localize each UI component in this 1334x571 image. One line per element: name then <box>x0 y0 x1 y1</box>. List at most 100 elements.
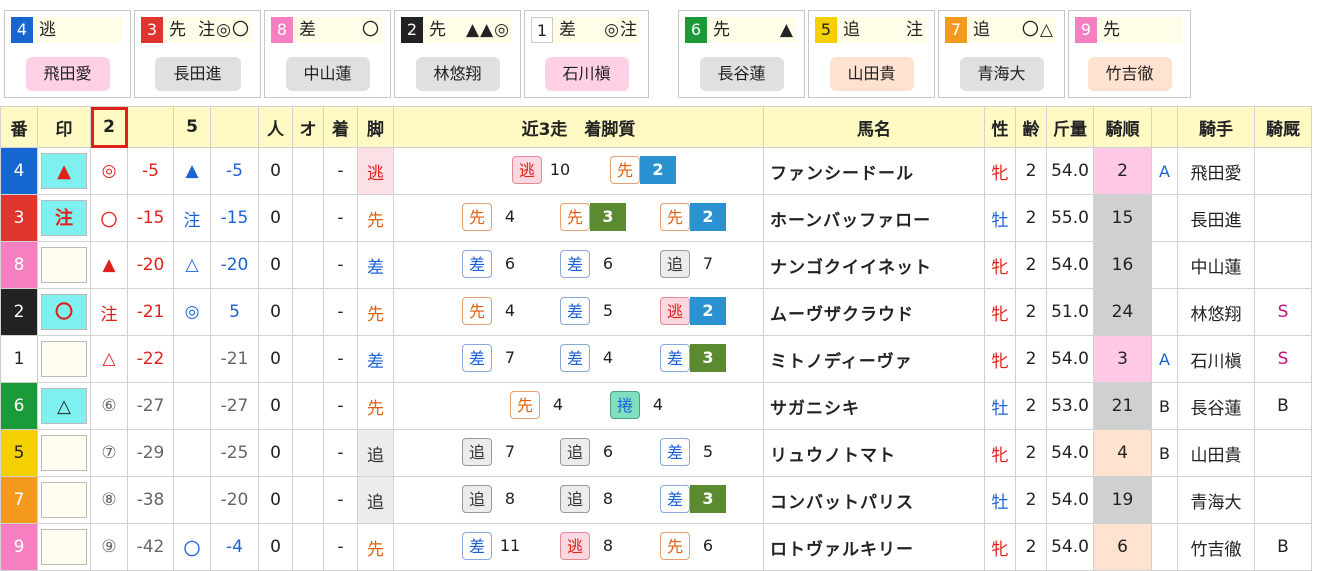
jockey-chip[interactable]: 飛田愛 <box>25 57 110 91</box>
horse-name[interactable]: ミトノディーヴァ <box>763 335 985 383</box>
jockey-name[interactable]: 青海大 <box>1177 476 1255 524</box>
run-finish-position: 8 <box>602 536 614 555</box>
col-2[interactable]: 2 <box>90 106 128 148</box>
col-sex[interactable]: 性 <box>984 106 1016 148</box>
col-odds[interactable]: オ <box>292 106 324 148</box>
col-weight[interactable]: 斤量 <box>1046 106 1094 148</box>
horse-name[interactable]: サガニシキ <box>763 382 985 430</box>
mark-select[interactable]: 〇 <box>41 294 87 330</box>
finish: - <box>323 429 358 477</box>
col-chaku[interactable]: 着 <box>323 106 358 148</box>
rating5-mark <box>173 335 211 383</box>
col-kyaku[interactable]: 脚 <box>357 106 394 148</box>
horse-name[interactable]: リュウノトマト <box>763 429 985 477</box>
jockey-chip[interactable]: 長谷蓮 <box>699 57 784 91</box>
col-shirushi[interactable]: 印 <box>37 106 91 148</box>
jockey-chip[interactable]: 林悠翔 <box>415 57 500 91</box>
card-header: 7 追 〇△ <box>945 17 1056 43</box>
sex: 牝 <box>984 523 1016 571</box>
card-header: 6 先 ▲ <box>685 17 796 43</box>
weight: 54.0 <box>1046 147 1094 195</box>
run-style-tag: 追 <box>560 438 590 466</box>
jockey-grade <box>1151 194 1178 242</box>
age: 2 <box>1015 476 1047 524</box>
jockey-grade: A <box>1151 335 1178 383</box>
mark-cell[interactable]: △ <box>37 382 91 430</box>
jockey-chip[interactable]: 青海大 <box>959 57 1044 91</box>
horse-card[interactable]: 8 差 〇中山蓮 <box>264 10 391 98</box>
popularity: 0 <box>258 476 293 524</box>
mark-select[interactable]: ▲ <box>41 153 87 189</box>
mark-select[interactable] <box>41 341 87 377</box>
mark-cell[interactable]: 注 <box>37 194 91 242</box>
horse-card[interactable]: 9 先竹吉徹 <box>1068 10 1191 98</box>
recent-runs: 先4 差5 逃2 <box>393 288 764 336</box>
table-row[interactable]: 8 ▲ -20 △ -20 0- 差差 6 差 6 追 7 ナンゴクイイネット牝 2 54.0 16 中山蓮 <box>0 241 1312 289</box>
horse-card[interactable]: 5 追 注山田貴 <box>808 10 935 98</box>
jockey-name[interactable]: 長田進 <box>1177 194 1255 242</box>
col-horse[interactable]: 馬名 <box>763 106 985 148</box>
col-age[interactable]: 齢 <box>1015 106 1047 148</box>
jockey-name[interactable]: 山田貴 <box>1177 429 1255 477</box>
mark-cell[interactable]: ▲ <box>37 147 91 195</box>
horse-card[interactable]: 7 追 〇△ 青海大 <box>938 10 1065 98</box>
mark-cell[interactable] <box>37 476 91 524</box>
sex: 牝 <box>984 288 1016 336</box>
horse-name[interactable]: ファンシードール <box>763 147 985 195</box>
mark-select[interactable]: △ <box>41 388 87 424</box>
jockey-chip[interactable]: 竹吉徹 <box>1087 57 1172 91</box>
col-kijun[interactable]: 騎順 <box>1093 106 1152 148</box>
col-recent[interactable]: 近3走 着脚質 <box>393 106 764 148</box>
table-row[interactable]: 4 ▲ ◎ -5 ▲ -5 0- 逃逃 10 先 2 ファンシードール牝 2 54.0 2 A 飛田愛 <box>0 147 1312 195</box>
horse-card[interactable]: 4 逃飛田愛 <box>4 10 131 98</box>
jockey-chip[interactable]: 中山蓮 <box>285 57 370 91</box>
table-row[interactable]: 3 注〇 -15 注 -15 0- 先先 4 先 3 先 2 ホーンバッファロー牡 2 55.0 15 長田進 <box>0 194 1312 242</box>
horse-name[interactable]: ムーヴザクラウド <box>763 288 985 336</box>
table-row[interactable]: 6 △ ⑥ -27 -27 0- 先先 4 捲 4 サガニシキ牡 2 53.0 21 B 長谷蓮 B <box>0 382 1312 430</box>
horse-card[interactable]: 1 差 ◎注 石川槇 <box>524 10 649 98</box>
table-row[interactable]: 7 ⑧ -38 -20 0- 追追 8 追 8 差 3 コンバットパリス牡 2 54.0 19 青海大 <box>0 476 1312 524</box>
table-row[interactable]: 2 〇注 -21 ◎ 5 0- 先先 4 差 5 逃 2 ムーヴザクラウド牝 2 51.0 24 林悠翔 S <box>0 288 1312 336</box>
jockey-rank: 24 <box>1093 288 1152 336</box>
mark-cell[interactable] <box>37 429 91 477</box>
mark-select[interactable] <box>41 482 87 518</box>
mark-cell[interactable] <box>37 523 91 571</box>
jockey-chip[interactable]: 石川槇 <box>544 57 629 91</box>
col-ban[interactable]: 番 <box>0 106 38 148</box>
horse-name[interactable]: ナンゴクイイネット <box>763 241 985 289</box>
odds <box>292 288 324 336</box>
run-finish-position: 3 <box>590 203 626 231</box>
jockey-name[interactable]: 中山蓮 <box>1177 241 1255 289</box>
col-jockey[interactable]: 騎手 <box>1177 106 1255 148</box>
horse-number-badge: 9 <box>1075 17 1097 43</box>
jockey-name[interactable]: 石川槇 <box>1177 335 1255 383</box>
table-row[interactable]: 1 △ -22 -21 0- 差差 7 差 4 差 3 ミトノディーヴァ牝 2 54.0 3 A 石川槇 S <box>0 335 1312 383</box>
jockey-name[interactable]: 飛田愛 <box>1177 147 1255 195</box>
jockey-chip[interactable]: 長田進 <box>154 57 241 91</box>
jockey-name[interactable]: 林悠翔 <box>1177 288 1255 336</box>
mark-cell[interactable] <box>37 241 91 289</box>
horse-name[interactable]: コンバットパリス <box>763 476 985 524</box>
mark-select[interactable] <box>41 247 87 283</box>
running-style: 差 <box>299 20 316 40</box>
table-row[interactable]: 9 ⑨ -42 〇 -4 0- 先差 11 逃 8 先 6 ロトヴァルキリー牝 2 54.0 6 竹吉徹 B <box>0 523 1312 571</box>
table-row[interactable]: 5 ⑦ -29 -25 0- 追追 7 追 6 差 5 リュウノトマト牝 2 54.0 4 B 山田貴 <box>0 429 1312 477</box>
run-style-tag: 差 <box>560 344 590 372</box>
mark-select[interactable]: 注 <box>41 200 87 236</box>
rating5-value: 5 <box>210 288 259 336</box>
col-kikyu[interactable]: 騎厩 <box>1254 106 1312 148</box>
col-5[interactable]: 5 <box>173 106 211 148</box>
mark-select[interactable] <box>41 435 87 471</box>
horse-card[interactable]: 3 先注◎〇 長田進 <box>134 10 261 98</box>
jockey-chip[interactable]: 山田貴 <box>829 57 914 91</box>
jockey-name[interactable]: 長谷蓮 <box>1177 382 1255 430</box>
mark-select[interactable] <box>41 529 87 565</box>
jockey-name[interactable]: 竹吉徹 <box>1177 523 1255 571</box>
col-ninki[interactable]: 人 <box>258 106 293 148</box>
horse-name[interactable]: ホーンバッファロー <box>763 194 985 242</box>
mark-cell[interactable] <box>37 335 91 383</box>
horse-card[interactable]: 6 先 ▲ 長谷蓮 <box>678 10 805 98</box>
horse-name[interactable]: ロトヴァルキリー <box>763 523 985 571</box>
mark-cell[interactable]: 〇 <box>37 288 91 336</box>
horse-card[interactable]: 2 先 ▲▲◎ 林悠翔 <box>394 10 521 98</box>
